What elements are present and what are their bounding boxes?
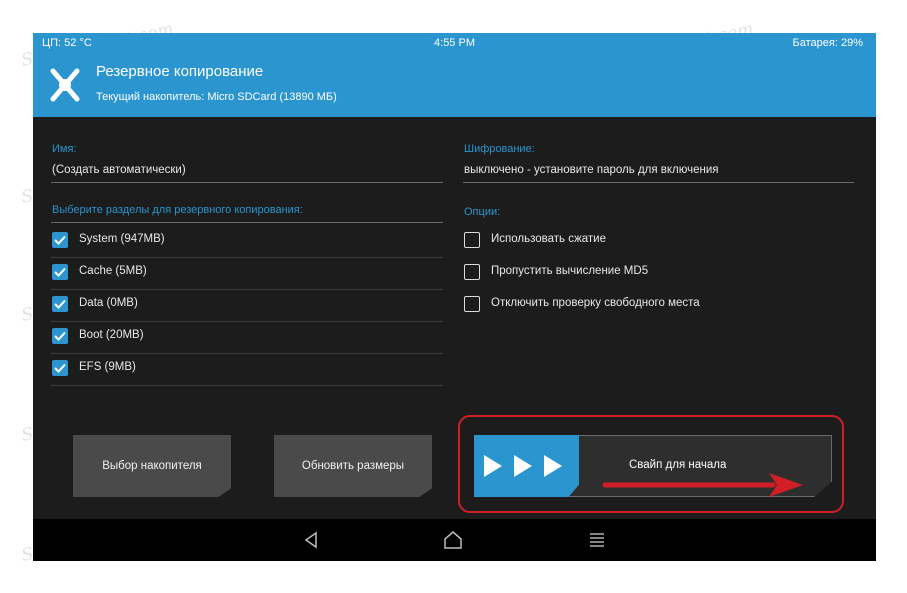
divider: [51, 289, 443, 290]
partitions-label: Выберите разделы для резервного копирова…: [52, 204, 303, 216]
checkbox-unchecked-icon: [464, 264, 480, 280]
partition-item-system[interactable]: System (947MB): [52, 230, 442, 252]
divider: [51, 257, 443, 258]
option-disable-space-check[interactable]: Отключить проверку свободного места: [464, 294, 844, 316]
partition-item-efs[interactable]: EFS (9MB): [52, 358, 442, 380]
partition-item-boot[interactable]: Boot (20MB): [52, 326, 442, 348]
navigation-bar: [33, 519, 876, 561]
page-title: Резервное копирование: [96, 63, 264, 80]
name-underline: [51, 182, 443, 183]
swipe-highlight-frame: [458, 415, 844, 513]
divider: [51, 385, 443, 386]
option-compression[interactable]: Использовать сжатие: [464, 230, 844, 252]
current-storage: Текущий накопитель: Micro SDCard (13890 …: [96, 91, 337, 103]
twrp-screen: ЦП: 52 °C 4:55 PM Батарея: 29% Резервное…: [33, 33, 876, 561]
twrp-logo-icon: [50, 68, 80, 102]
checkbox-checked-icon: [52, 232, 68, 248]
refresh-sizes-button[interactable]: Обновить размеры: [274, 435, 432, 497]
option-skip-md5[interactable]: Пропустить вычисление MD5: [464, 262, 844, 284]
partition-item-data[interactable]: Data (0MB): [52, 294, 442, 316]
battery-level: Батарея: 29%: [792, 37, 863, 49]
encryption-underline: [463, 182, 854, 183]
partition-label: Boot (20MB): [79, 329, 144, 341]
menu-icon[interactable]: [587, 530, 607, 550]
checkbox-unchecked-icon: [464, 232, 480, 248]
home-icon[interactable]: [443, 530, 463, 550]
option-label: Пропустить вычисление MD5: [491, 265, 649, 277]
select-storage-button[interactable]: Выбор накопителя: [73, 435, 231, 497]
partition-label: EFS (9MB): [79, 361, 136, 373]
checkbox-checked-icon: [52, 360, 68, 376]
name-label: Имя:: [52, 143, 77, 155]
status-bar: ЦП: 52 °C 4:55 PM Батарея: 29%: [33, 33, 876, 53]
encryption-label: Шифрование:: [464, 143, 535, 155]
partition-label: System (947MB): [79, 233, 165, 245]
encryption-field[interactable]: выключено - установите пароль для включе…: [464, 164, 719, 176]
checkbox-unchecked-icon: [464, 296, 480, 312]
divider: [51, 321, 443, 322]
partition-label: Cache (5MB): [79, 265, 147, 277]
option-label: Использовать сжатие: [491, 233, 607, 245]
partition-label: Data (0MB): [79, 297, 138, 309]
option-label: Отключить проверку свободного места: [491, 297, 700, 309]
divider: [51, 353, 443, 354]
clock: 4:55 PM: [434, 37, 475, 49]
checkbox-checked-icon: [52, 328, 68, 344]
options-label: Опции:: [464, 206, 501, 218]
back-icon[interactable]: [301, 530, 321, 550]
partitions-underline: [51, 222, 443, 223]
checkbox-checked-icon: [52, 296, 68, 312]
backup-name-field[interactable]: (Создать автоматически): [52, 164, 186, 176]
checkbox-checked-icon: [52, 264, 68, 280]
header: Резервное копирование Текущий накопитель…: [33, 53, 876, 117]
partition-item-cache[interactable]: Cache (5MB): [52, 262, 442, 284]
